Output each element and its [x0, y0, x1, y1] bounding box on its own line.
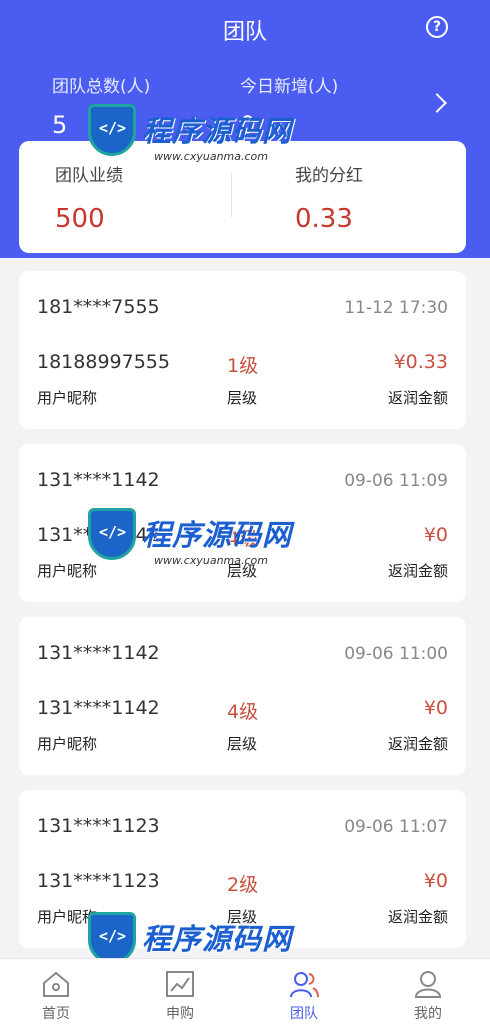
- record-time: 09-06 11:00: [344, 644, 448, 664]
- question-circle-icon[interactable]: ?: [426, 16, 448, 38]
- level-label: 层级: [227, 735, 258, 753]
- bottom-tab-bar: 首页 申购 团队 我的: [0, 958, 490, 1024]
- watermark-text: 程序源码网: [142, 922, 293, 956]
- nickname-label: 用户昵称: [37, 389, 98, 407]
- tab-mine-label: 我的: [414, 1006, 442, 1022]
- shield-code-icon: </>: [88, 508, 136, 560]
- record-nickname: 18188997555: [37, 351, 170, 373]
- team-total-label: 团队总数(人): [52, 77, 151, 97]
- tab-home[interactable]: 首页: [16, 969, 96, 1023]
- watermark-logo: </> 程序源码网 www.cxyuanma.com: [88, 500, 308, 580]
- watermark-text: 程序源码网: [142, 518, 293, 552]
- level-label: 层级: [227, 389, 258, 407]
- record-amount: ¥0.33: [393, 351, 448, 373]
- shield-code-icon: </>: [88, 912, 136, 964]
- record-amount: ¥0: [423, 524, 448, 546]
- record-card[interactable]: 131****1142 09-06 11:00 131****1142 4级 ¥…: [19, 617, 466, 775]
- record-phone: 131****1142: [37, 469, 160, 491]
- record-nickname: 131****1142: [37, 697, 160, 719]
- record-phone: 131****1142: [37, 642, 160, 664]
- amount-label: 返润金额: [387, 562, 448, 580]
- shield-code-icon: </>: [88, 104, 136, 156]
- team-performance-value: 500: [55, 204, 105, 234]
- record-phone: 131****1123: [37, 815, 160, 837]
- record-amount: ¥0: [423, 870, 448, 892]
- record-phone: 181****7555: [37, 296, 160, 318]
- record-level: 2级: [227, 874, 259, 896]
- page-title: 团队: [222, 20, 267, 45]
- watermark-url: www.cxyuanma.com: [154, 554, 268, 567]
- tab-home-label: 首页: [42, 1006, 70, 1022]
- user-icon: [414, 971, 442, 998]
- watermark-text: 程序源码网: [142, 114, 293, 148]
- team-icon: [290, 972, 319, 998]
- tab-team-label: 团队: [290, 1006, 318, 1022]
- record-level: 4级: [227, 701, 259, 723]
- record-time: 09-06 11:07: [344, 817, 448, 837]
- my-dividend-value: 0.33: [295, 204, 353, 234]
- record-amount: ¥0: [423, 697, 448, 719]
- record-time: 11-12 17:30: [344, 298, 448, 318]
- record-time: 09-06 11:09: [344, 471, 448, 491]
- today-new-label: 今日新增(人): [240, 77, 339, 97]
- record-level: 1级: [227, 355, 259, 377]
- nickname-label: 用户昵称: [37, 735, 98, 753]
- amount-label: 返润金额: [387, 735, 448, 753]
- home-icon: [43, 971, 69, 997]
- tab-team[interactable]: 团队: [264, 969, 344, 1023]
- amount-label: 返润金额: [387, 389, 448, 407]
- tab-buy[interactable]: 申购: [140, 969, 220, 1023]
- record-nickname: 131****1123: [37, 870, 160, 892]
- record-card[interactable]: 181****7555 11-12 17:30 18188997555 1级 ¥…: [19, 271, 466, 429]
- watermark-url: www.cxyuanma.com: [154, 150, 268, 163]
- watermark-logo: </> 程序源码网 www.cxyuanma.com: [88, 96, 308, 176]
- amount-label: 返润金额: [387, 908, 448, 926]
- tab-buy-label: 申购: [166, 1006, 194, 1022]
- chevron-right-icon[interactable]: [427, 93, 447, 113]
- tab-mine[interactable]: 我的: [388, 969, 468, 1023]
- summary-divider: [231, 173, 232, 217]
- chart-trend-icon: [166, 971, 194, 997]
